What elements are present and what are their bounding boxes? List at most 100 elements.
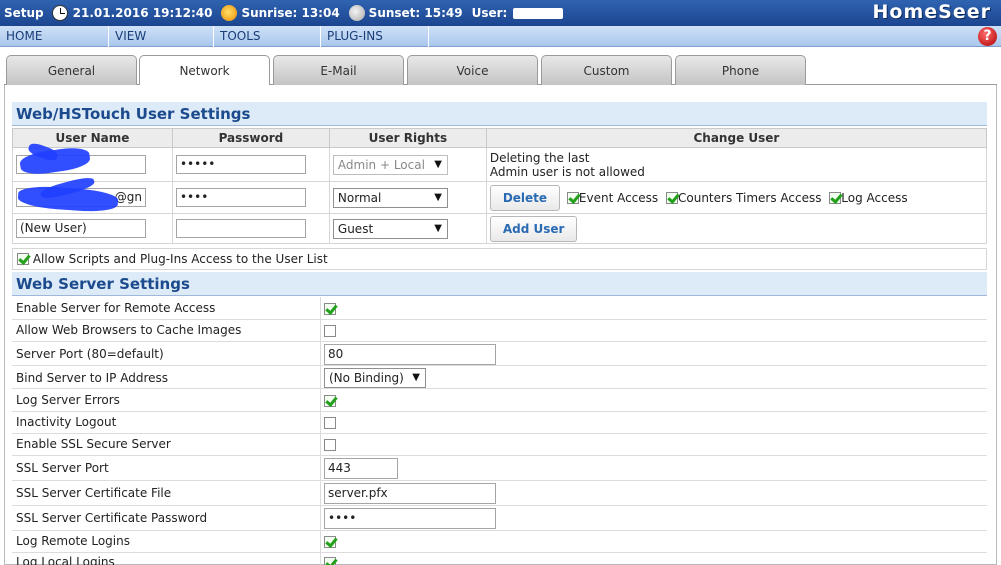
setting-label: Bind Server to IP Address xyxy=(16,371,169,385)
sunset-icon xyxy=(348,5,365,21)
user-rights-value: Normal xyxy=(337,190,382,205)
top-status-bar: Setup 21.01.2016 19:12:40 Sunrise: 13:04… xyxy=(0,0,1001,26)
user-label: User: xyxy=(471,6,508,20)
tab-network[interactable]: Network xyxy=(139,55,270,86)
new-password-input[interactable] xyxy=(175,219,306,238)
tab-email[interactable]: E-Mail xyxy=(273,55,404,85)
event-access-label: Event Access xyxy=(578,190,659,205)
col-change-user: Change User xyxy=(485,128,988,148)
setting-row: SSL Server Port 443 xyxy=(12,456,987,481)
redacted-username xyxy=(513,7,564,19)
user-table: User Name Password User Rights Change Us… xyxy=(12,128,988,244)
setting-label: Log Local Logins xyxy=(16,555,115,565)
counters-timers-label: Counters Timers Access xyxy=(678,190,822,205)
table-row: @gn •••• Normal ▼ Delete Event Access Co… xyxy=(12,181,988,214)
setting-row: Allow Web Browsers to Cache Images xyxy=(12,320,987,342)
new-user-rights-select[interactable]: Guest ▼ xyxy=(332,218,448,239)
log-remote-logins-checkbox[interactable] xyxy=(324,536,336,548)
dropdown-arrow-icon: ▼ xyxy=(434,158,442,170)
help-icon[interactable]: ? xyxy=(978,27,997,46)
change-user-cell: Delete Event Access Counters Timers Acce… xyxy=(485,181,988,214)
setting-row: Enable SSL Secure Server xyxy=(12,434,987,456)
menu-view[interactable]: VIEW xyxy=(109,25,214,47)
cache-images-checkbox[interactable] xyxy=(324,325,336,337)
ssl-cert-file-input[interactable]: server.pfx xyxy=(324,483,496,504)
setting-label: Log Remote Logins xyxy=(16,534,130,548)
setting-label: Allow Web Browsers to Cache Images xyxy=(16,323,242,337)
rights-cell: Admin + Local ▼ xyxy=(328,147,487,182)
table-row: ••••• Admin + Local ▼ Deleting the last … xyxy=(12,147,988,182)
menu-tools[interactable]: TOOLS xyxy=(214,25,321,47)
setting-label: Inactivity Logout xyxy=(16,415,117,429)
sunrise-text: Sunrise: 13:04 xyxy=(241,6,340,20)
setting-label: Log Server Errors xyxy=(16,393,120,407)
setting-row: Enable Server for Remote Access xyxy=(12,297,987,320)
dropdown-arrow-icon: ▼ xyxy=(434,191,442,203)
datetime-text: 21.01.2016 19:12:40 xyxy=(72,6,213,20)
enable-ssl-checkbox[interactable] xyxy=(324,439,336,451)
delete-user-button[interactable]: Delete xyxy=(489,184,561,211)
setting-label: SSL Server Port xyxy=(16,461,109,475)
table-row: (New User) Guest ▼ Add User xyxy=(12,213,988,244)
password-input[interactable]: ••••• xyxy=(175,155,306,174)
log-local-logins-checkbox[interactable] xyxy=(324,557,336,565)
delete-note-line1: Deleting the last xyxy=(489,150,590,165)
bind-ip-value: (No Binding) xyxy=(329,371,404,385)
user-table-header-row: User Name Password User Rights Change Us… xyxy=(12,128,988,148)
rights-cell: Normal ▼ xyxy=(328,181,487,214)
allow-scripts-checkbox[interactable] xyxy=(17,253,29,265)
setting-label: Enable SSL Secure Server xyxy=(16,437,171,451)
username-cell: (New User) xyxy=(12,213,173,244)
clock-icon xyxy=(51,5,68,21)
tab-general[interactable]: General xyxy=(6,55,137,85)
log-access-label: Log Access xyxy=(841,190,908,205)
main-menu-bar: HOME VIEW TOOLS PLUG-INS ? xyxy=(0,25,1001,47)
change-user-cell: Deleting the last Admin user is not allo… xyxy=(485,147,988,182)
password-cell: •••• xyxy=(171,181,330,214)
setting-row: Log Remote Logins xyxy=(12,531,987,553)
bind-ip-select[interactable]: (No Binding) ▼ xyxy=(324,368,426,388)
setting-row: Bind Server to IP Address (No Binding) ▼ xyxy=(12,366,987,389)
counters-timers-checkbox[interactable] xyxy=(666,191,678,204)
settings-tabs: General Network E-Mail Voice Custom Phon… xyxy=(4,55,997,86)
setting-label: Enable Server for Remote Access xyxy=(16,301,216,315)
setting-label: SSL Server Certificate File xyxy=(16,486,172,500)
rights-cell: Guest ▼ xyxy=(328,213,487,244)
user-rights-select[interactable]: Normal ▼ xyxy=(332,187,448,208)
menu-home[interactable]: HOME xyxy=(0,25,109,47)
log-access-checkbox[interactable] xyxy=(829,191,842,204)
tab-custom[interactable]: Custom xyxy=(541,55,672,85)
enable-remote-access-checkbox[interactable] xyxy=(324,303,336,315)
col-password: Password xyxy=(171,128,330,148)
homeseer-logo: HomeSeer xyxy=(872,1,991,23)
add-user-button[interactable]: Add User xyxy=(489,215,578,242)
log-server-errors-checkbox[interactable] xyxy=(324,395,336,407)
allow-scripts-label: Allow Scripts and Plug-Ins Access to the… xyxy=(32,252,328,266)
inactivity-logout-checkbox[interactable] xyxy=(324,417,336,429)
user-settings-header: Web/HSTouch User Settings xyxy=(12,102,987,126)
setting-row: Log Server Errors xyxy=(12,389,987,412)
password-input[interactable]: •••• xyxy=(175,188,306,207)
tab-phone[interactable]: Phone xyxy=(675,55,806,85)
new-username-input[interactable]: (New User) xyxy=(16,219,146,238)
change-user-cell: Add User xyxy=(485,213,988,244)
delete-note-line2: Admin user is not allowed xyxy=(489,164,645,179)
sunset-text: Sunset: 15:49 xyxy=(368,6,463,20)
setting-label: SSL Server Certificate Password xyxy=(16,511,208,525)
ssl-cert-password-input[interactable]: •••• xyxy=(324,508,496,529)
setting-row: Server Port (80=default) 80 xyxy=(12,342,987,366)
sunrise-icon xyxy=(221,5,238,21)
setting-row: Log Local Logins xyxy=(12,553,987,565)
web-server-settings-header: Web Server Settings xyxy=(12,272,987,296)
event-access-checkbox[interactable] xyxy=(566,191,579,204)
setting-label: Server Port (80=default) xyxy=(16,347,164,361)
dropdown-arrow-icon: ▼ xyxy=(412,372,420,383)
dropdown-arrow-icon: ▼ xyxy=(434,222,442,234)
tab-voice[interactable]: Voice xyxy=(407,55,538,85)
col-user-rights: User Rights xyxy=(328,128,487,148)
setting-row: Inactivity Logout xyxy=(12,412,987,434)
ssl-port-input[interactable]: 443 xyxy=(324,458,398,479)
user-rights-select[interactable]: Admin + Local ▼ xyxy=(332,154,448,175)
menu-plugins[interactable]: PLUG-INS xyxy=(321,25,429,47)
server-port-input[interactable]: 80 xyxy=(324,344,496,365)
